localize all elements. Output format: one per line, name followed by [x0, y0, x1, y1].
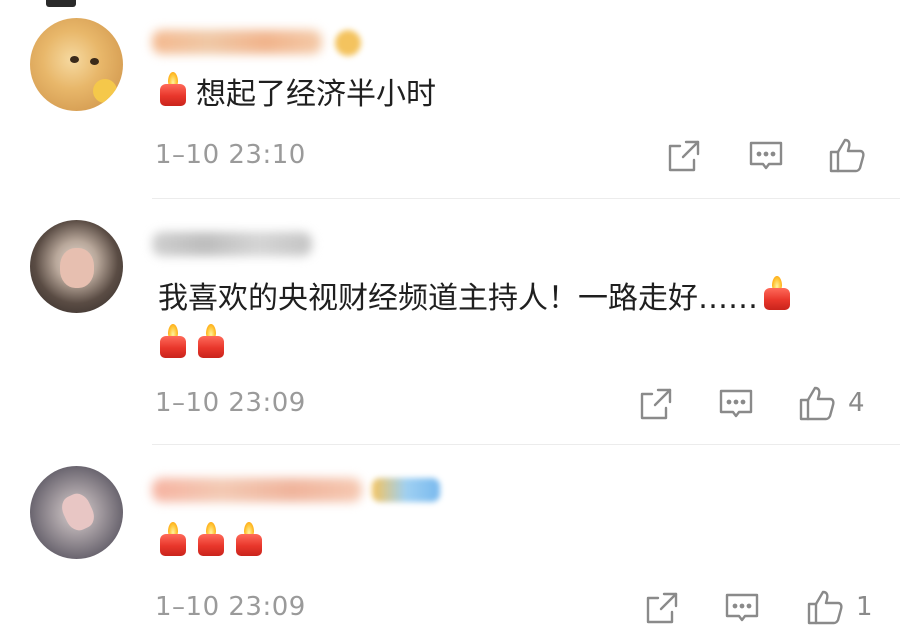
share-icon — [646, 592, 678, 624]
avatar[interactable] — [30, 18, 123, 111]
username-blurred[interactable] — [152, 30, 322, 54]
comment-icon — [725, 593, 759, 622]
comment-timestamp: 1–10 23:09 — [155, 388, 306, 418]
thumbs-up-icon — [807, 590, 843, 625]
candle-icon — [196, 522, 226, 558]
share-button[interactable] — [666, 138, 702, 174]
candle-icon — [234, 522, 264, 558]
comment-emoji-line — [158, 522, 272, 568]
comment-text: 想起了经济半小时 — [158, 72, 436, 118]
reply-button[interactable] — [718, 386, 754, 422]
reply-button[interactable] — [724, 590, 760, 626]
share-button[interactable] — [638, 386, 674, 422]
user-badge-icon — [335, 30, 361, 56]
comment-timestamp: 1–10 23:09 — [155, 592, 306, 622]
comment-text: 我喜欢的央视财经频道主持人！一路走好…… — [158, 276, 800, 322]
vip-badge-icon — [372, 478, 440, 502]
avatar[interactable] — [30, 220, 123, 313]
comment-item-3: 1–10 23:09 1 — [0, 444, 900, 641]
comment-item-2: 我喜欢的央视财经频道主持人！一路走好…… 1–10 23:09 4 — [0, 198, 900, 444]
like-count: 1 — [856, 592, 873, 622]
comment-timestamp: 1–10 23:10 — [155, 140, 306, 170]
reply-button[interactable] — [748, 138, 784, 174]
like-button[interactable] — [828, 136, 866, 174]
candle-icon — [158, 324, 188, 360]
thumbs-up-icon — [799, 386, 835, 421]
username-blurred[interactable] — [152, 478, 362, 502]
share-icon — [668, 140, 700, 172]
candle-icon — [158, 522, 188, 558]
comment-emoji-line — [158, 324, 234, 370]
comment-icon — [719, 389, 753, 418]
candle-icon — [196, 324, 226, 360]
comment-icon — [749, 141, 783, 170]
candle-icon — [158, 72, 188, 108]
share-button[interactable] — [644, 590, 680, 626]
avatar[interactable] — [30, 466, 123, 559]
thumbs-up-icon — [829, 138, 865, 173]
like-count: 4 — [848, 388, 865, 418]
like-button[interactable]: 1 — [806, 588, 873, 626]
candle-icon — [762, 276, 792, 312]
username-blurred[interactable] — [152, 232, 312, 256]
share-icon — [640, 388, 672, 420]
comment-item-1: 想起了经济半小时 1–10 23:10 — [0, 0, 900, 198]
like-button[interactable]: 4 — [798, 384, 865, 422]
